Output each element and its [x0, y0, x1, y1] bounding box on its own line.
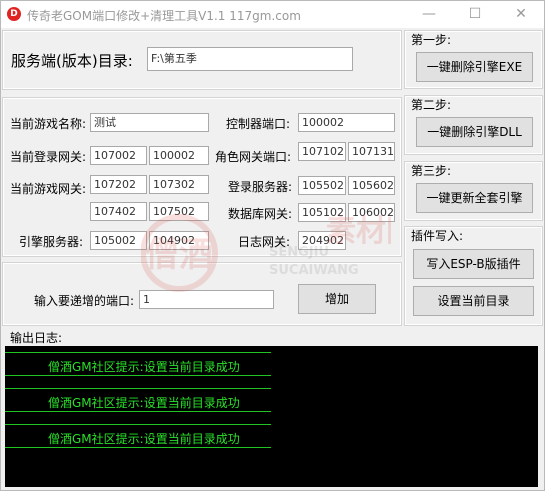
- update-engine-button[interactable]: 一键更新全套引擎: [416, 183, 533, 213]
- login-server-label: 登录服务器:: [228, 180, 293, 194]
- step3-title: 第三步:: [411, 164, 452, 178]
- db-gateway-input-1[interactable]: 105102: [298, 203, 346, 222]
- game-gateway-input-1[interactable]: 107202: [90, 175, 147, 194]
- role-gateway-input-1[interactable]: 107102: [298, 142, 346, 161]
- close-button[interactable]: ✕: [498, 1, 544, 28]
- controller-port-label: 控制器端口:: [226, 117, 291, 131]
- maximize-button[interactable]: ☐: [452, 1, 498, 28]
- delete-engine-exe-button[interactable]: 一键删除引擎EXE: [416, 52, 533, 82]
- write-plugin-button[interactable]: 写入ESP-B版插件: [413, 249, 534, 279]
- game-gateway-input-2[interactable]: 107302: [149, 175, 209, 194]
- game-gateway-label: 当前游戏网关:: [10, 182, 87, 196]
- db-gateway-input-2[interactable]: 106002: [348, 203, 395, 222]
- log-line-1: 僧酒GM社区提示:设置当前目录成功: [48, 360, 240, 374]
- game-name-input[interactable]: 测试: [90, 113, 209, 132]
- server-dir-label: 服务端(版本)目录:: [11, 52, 133, 70]
- minimize-button[interactable]: —: [406, 1, 452, 28]
- log-line-3: 僧酒GM社区提示:设置当前目录成功: [48, 432, 240, 446]
- game-name-label: 当前游戏名称:: [10, 117, 87, 131]
- log-line-2: 僧酒GM社区提示:设置当前目录成功: [48, 396, 240, 410]
- log-separator: [5, 424, 271, 425]
- set-current-dir-button[interactable]: 设置当前目录: [413, 286, 534, 316]
- log-output[interactable]: 僧酒GM社区提示:设置当前目录成功 僧酒GM社区提示:设置当前目录成功 僧酒GM…: [5, 346, 538, 487]
- step2-title: 第二步:: [411, 98, 452, 112]
- log-separator: [5, 375, 271, 376]
- controller-port-input[interactable]: 100002: [298, 113, 395, 132]
- game-gateway-input-4[interactable]: 107502: [149, 202, 209, 221]
- game-gateway-input-3[interactable]: 107402: [90, 202, 147, 221]
- engine-server-input-1[interactable]: 105002: [90, 231, 147, 250]
- engine-server-input-2[interactable]: 104902: [149, 231, 209, 250]
- log-title: 输出日志:: [10, 331, 63, 345]
- log-separator: [5, 447, 271, 448]
- log-gateway-label: 日志网关:: [238, 235, 291, 249]
- role-gateway-label: 角色网关端口:: [215, 150, 292, 164]
- login-server-input-1[interactable]: 105502: [298, 176, 346, 195]
- login-gateway-input-1[interactable]: 107002: [90, 146, 147, 165]
- login-gateway-label: 当前登录网关:: [10, 150, 87, 164]
- increment-button[interactable]: 增加: [298, 284, 376, 314]
- role-gateway-input-2[interactable]: 107131: [348, 142, 395, 161]
- log-separator: [5, 352, 271, 353]
- engine-server-label: 引擎服务器:: [19, 235, 84, 249]
- delete-engine-dll-button[interactable]: 一键删除引擎DLL: [416, 117, 533, 147]
- login-server-input-2[interactable]: 105602: [348, 176, 395, 195]
- app-window: D 传奇老GOM端口修改+清理工具V1.1 117gm.com — ☐ ✕ 服务…: [0, 0, 545, 491]
- app-logo-icon: D: [7, 7, 21, 21]
- window-title: 传奇老GOM端口修改+清理工具V1.1 117gm.com: [27, 9, 301, 23]
- plugin-title: 插件写入:: [411, 229, 464, 243]
- title-bar: D 传奇老GOM端口修改+清理工具V1.1 117gm.com — ☐ ✕: [1, 1, 544, 28]
- log-separator: [5, 388, 271, 389]
- server-dir-input[interactable]: F:\第五季: [147, 47, 353, 71]
- log-separator: [5, 411, 271, 412]
- db-gateway-label: 数据库网关:: [228, 207, 293, 221]
- log-gateway-input[interactable]: 204902: [298, 231, 346, 250]
- increment-label: 输入要递增的端口:: [34, 294, 135, 308]
- login-gateway-input-2[interactable]: 100002: [149, 146, 209, 165]
- increment-input[interactable]: 1: [139, 290, 274, 309]
- step1-title: 第一步:: [411, 33, 452, 47]
